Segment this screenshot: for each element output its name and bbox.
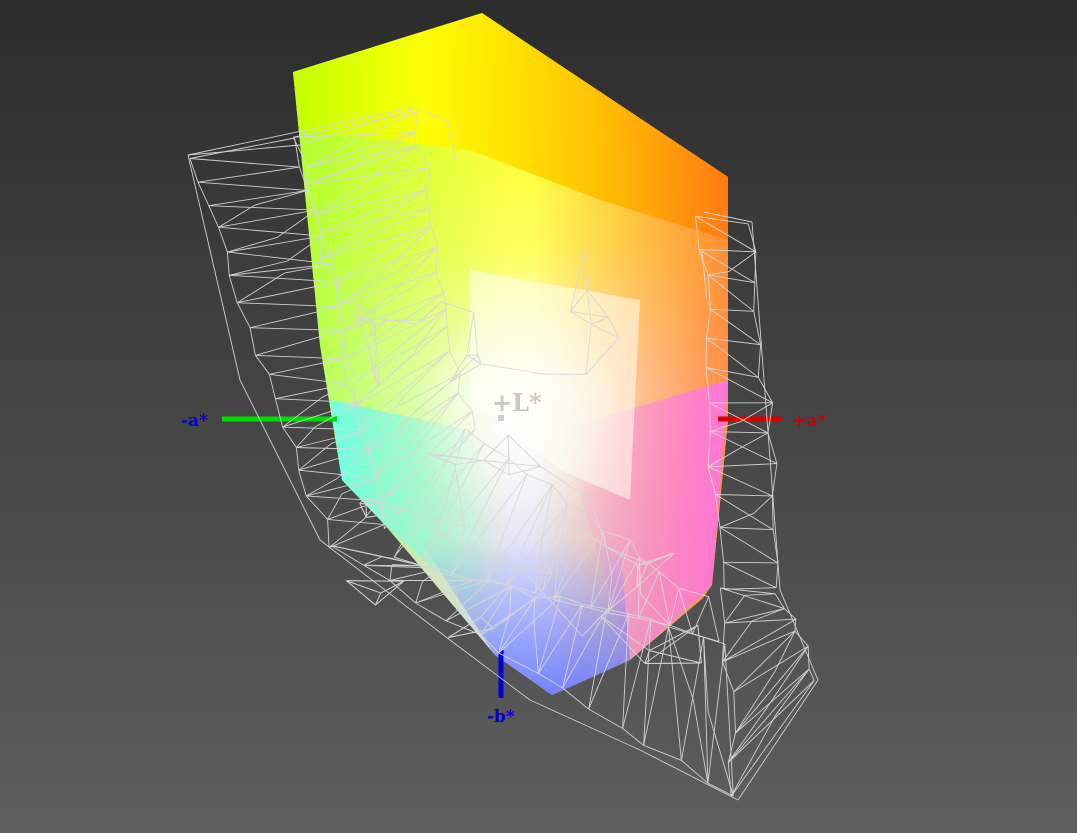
neg-b-label: -b* — [487, 707, 515, 727]
neg-a-label: -a* — [181, 411, 208, 431]
wireframe-edge — [723, 562, 725, 590]
wireframe-edge — [346, 580, 404, 582]
pos-l-label: +L* — [492, 388, 542, 417]
wireframe-edge — [723, 561, 778, 564]
wireframe-edge — [705, 337, 707, 368]
pos-a-label: +a* — [792, 411, 827, 431]
gamut-3d-view[interactable]: -a* +a* -b* +L* — [0, 0, 1077, 833]
